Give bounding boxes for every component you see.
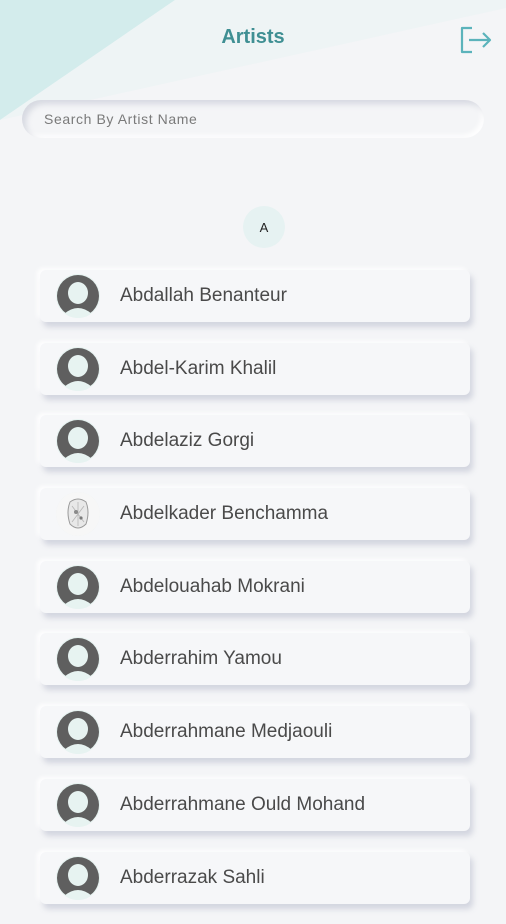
artist-list-item[interactable]: Abderrahmane Ould Mohand xyxy=(40,778,470,831)
default-avatar-icon xyxy=(56,782,100,827)
artist-name: Abdallah Benanteur xyxy=(120,285,287,306)
artist-name: Abderrazak Sahli xyxy=(120,866,265,888)
default-avatar-icon xyxy=(56,346,100,391)
artist-name: Abderrahmane Medjaouli xyxy=(120,721,333,743)
artist-name: Abdelkader Benchamma xyxy=(120,503,329,525)
artist-name: Abderrahim Yamou xyxy=(120,648,282,670)
artist-list: Abdallah Benanteur Abdel-Karim Khalil Abde… xyxy=(40,270,470,924)
page-title: Artists xyxy=(221,26,285,48)
artist-list-item[interactable]: Abderrahmane Medjaouli xyxy=(40,706,470,759)
default-avatar-icon xyxy=(56,710,100,755)
artist-list-item[interactable]: Abdallah Benanteur xyxy=(40,270,470,322)
artist-thumbnail xyxy=(56,492,100,537)
artist-name: Abdel-Karim Khalil xyxy=(120,357,277,379)
artist-name: Abderrahmane Ould Mohand xyxy=(120,793,366,815)
app-header: Artists xyxy=(0,0,506,80)
search-bar[interactable] xyxy=(22,100,484,138)
section-letter-badge: A xyxy=(243,206,285,248)
artist-list-item[interactable]: Abderrahim Yamou xyxy=(40,633,470,686)
default-avatar-icon xyxy=(56,564,100,609)
logout-button[interactable] xyxy=(458,24,492,56)
artist-list-item[interactable]: Abdelkader Benchamma xyxy=(40,488,470,541)
default-avatar-icon xyxy=(56,637,100,682)
default-avatar-icon xyxy=(56,419,100,464)
artist-name: Abdelouahab Mokrani xyxy=(120,575,305,597)
search-input[interactable] xyxy=(22,111,484,127)
artist-name: Abdelaziz Gorgi xyxy=(120,430,255,452)
default-avatar-icon xyxy=(56,855,100,900)
logout-icon xyxy=(460,26,492,54)
artist-list-item[interactable]: Abdelouahab Mokrani xyxy=(40,560,470,613)
artist-list-item[interactable]: Abdel-Karim Khalil xyxy=(40,342,470,395)
default-avatar-icon xyxy=(56,274,100,318)
artist-list-item[interactable]: Abderrazak Sahli xyxy=(40,851,470,904)
artist-list-item[interactable]: Abdelaziz Gorgi xyxy=(40,415,470,468)
